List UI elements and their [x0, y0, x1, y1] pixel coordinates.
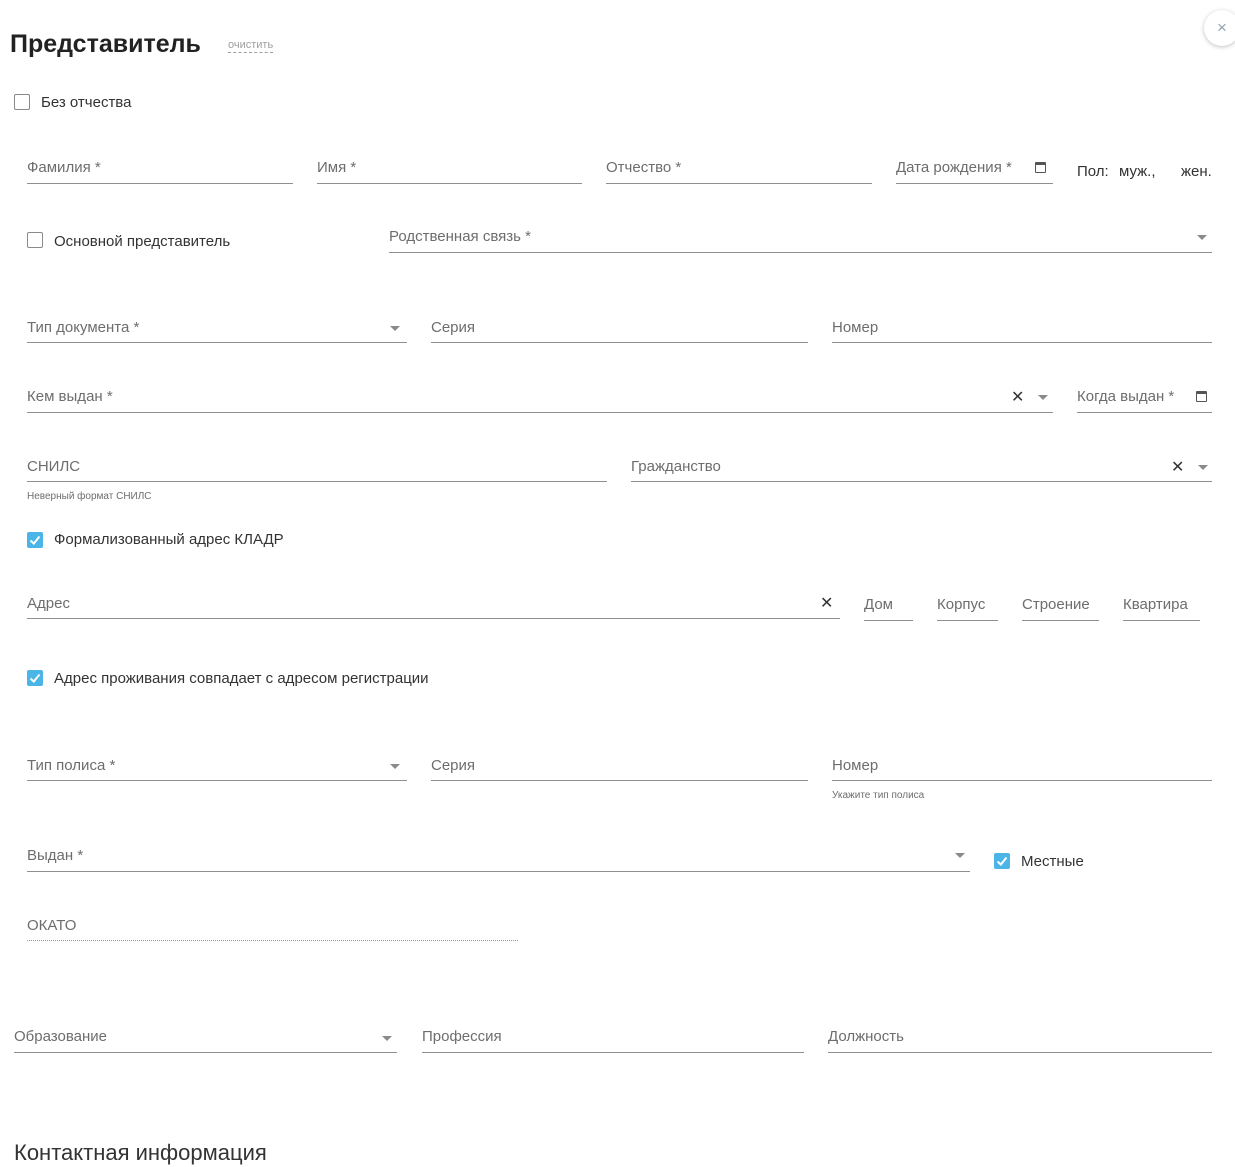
structure-field[interactable]: Строение [1022, 586, 1099, 621]
apartment-label: Квартира [1123, 596, 1188, 613]
building-label: Корпус [937, 596, 986, 613]
snils-label: СНИЛС [27, 458, 81, 475]
main-representative-checkbox[interactable] [27, 232, 43, 248]
page-title: Представитель [10, 30, 201, 58]
position-label: Должность [828, 1028, 904, 1045]
chevron-down-icon[interactable] [1038, 395, 1048, 400]
okato-label: ОКАТО [27, 917, 77, 934]
citizenship-select[interactable]: Гражданство ✕ [631, 449, 1212, 482]
profession-field[interactable]: Профессия [422, 1019, 804, 1053]
chevron-down-icon[interactable] [1197, 235, 1207, 240]
calendar-icon[interactable] [1196, 391, 1207, 402]
clear-icon[interactable]: ✕ [1171, 457, 1184, 477]
no-patronymic-label: Без отчества [41, 94, 132, 111]
education-select[interactable]: Образование [14, 1019, 397, 1053]
document-series-field[interactable]: Серия [431, 310, 808, 343]
birth-date-label: Дата рождения * [896, 159, 1012, 176]
kladr-label: Формализованный адрес КЛАДР [54, 531, 284, 548]
policy-number-label: Номер [832, 757, 879, 774]
relation-label: Родственная связь * [389, 228, 531, 245]
birth-date-field[interactable]: Дата рождения * [896, 150, 1053, 184]
clear-icon[interactable]: ✕ [820, 593, 833, 613]
no-patronymic-checkbox[interactable] [14, 94, 30, 110]
chevron-down-icon[interactable] [955, 853, 965, 858]
address-label: Адрес [27, 595, 70, 612]
chevron-down-icon[interactable] [390, 326, 400, 331]
clear-link[interactable]: очистить [228, 39, 274, 53]
address-field[interactable]: Адрес ✕ [27, 586, 840, 619]
position-field[interactable]: Должность [828, 1019, 1212, 1053]
issued-by-select[interactable]: Кем выдан * ✕ [27, 380, 1053, 413]
profession-label: Профессия [422, 1028, 502, 1045]
structure-label: Строение [1022, 596, 1090, 613]
check-icon [29, 673, 41, 683]
gender-label: Пол: [1077, 163, 1109, 180]
policy-type-label: Тип полиса * [27, 757, 116, 774]
first-name-label: Имя * [317, 159, 357, 176]
calendar-icon[interactable] [1035, 162, 1046, 173]
kladr-checkbox[interactable] [27, 532, 43, 548]
same-address-checkbox[interactable] [27, 670, 43, 686]
okato-field: ОКАТО [27, 908, 518, 941]
policy-type-select[interactable]: Тип полиса * [27, 748, 407, 781]
first-name-field[interactable]: Имя * [317, 150, 582, 184]
gender-male[interactable]: муж., [1119, 163, 1156, 180]
policy-number-hint: Укажите тип полиса [832, 790, 925, 801]
policy-issued-label: Выдан * [27, 847, 84, 864]
main-representative-label: Основной представитель [54, 233, 231, 250]
document-type-select[interactable]: Тип документа * [27, 310, 407, 343]
policy-series-label: Серия [431, 757, 476, 774]
building-field[interactable]: Корпус [937, 586, 998, 621]
document-type-label: Тип документа * [27, 319, 140, 336]
policy-series-field[interactable]: Серия [431, 748, 808, 781]
patronymic-field[interactable]: Отчество * [606, 150, 872, 184]
policy-number-field[interactable]: Номер [832, 748, 1212, 781]
issued-date-label: Когда выдан * [1077, 388, 1175, 405]
last-name-label: Фамилия * [27, 159, 101, 176]
close-icon: × [1217, 18, 1227, 37]
check-icon [29, 535, 41, 545]
policy-issued-select[interactable]: Выдан * [27, 838, 970, 872]
education-label: Образование [14, 1028, 107, 1045]
local-checkbox[interactable] [994, 853, 1010, 869]
house-field[interactable]: Дом [864, 586, 913, 621]
gender-female[interactable]: жен. [1181, 163, 1212, 180]
chevron-down-icon[interactable] [1198, 465, 1208, 470]
issued-by-label: Кем выдан * [27, 388, 113, 405]
document-series-label: Серия [431, 319, 476, 336]
close-button[interactable]: × [1204, 10, 1235, 46]
house-label: Дом [864, 596, 893, 613]
clear-icon[interactable]: ✕ [1011, 387, 1024, 407]
apartment-field[interactable]: Квартира [1123, 586, 1200, 621]
document-number-field[interactable]: Номер [832, 310, 1212, 343]
contacts-section-title: Контактная информация [14, 1140, 267, 1165]
last-name-field[interactable]: Фамилия * [27, 150, 293, 184]
same-address-label: Адрес проживания совпадает с адресом рег… [54, 670, 429, 687]
check-icon [996, 856, 1008, 866]
chevron-down-icon[interactable] [382, 1036, 392, 1041]
snils-field[interactable]: СНИЛС [27, 449, 607, 482]
snils-error-hint: Неверный формат СНИЛС [27, 491, 152, 502]
patronymic-label: Отчество * [606, 159, 682, 176]
issued-date-field[interactable]: Когда выдан * [1077, 380, 1212, 413]
chevron-down-icon[interactable] [390, 764, 400, 769]
local-label: Местные [1021, 853, 1084, 870]
relation-select[interactable]: Родственная связь * [389, 220, 1212, 253]
citizenship-label: Гражданство [631, 458, 721, 475]
document-number-label: Номер [832, 319, 879, 336]
